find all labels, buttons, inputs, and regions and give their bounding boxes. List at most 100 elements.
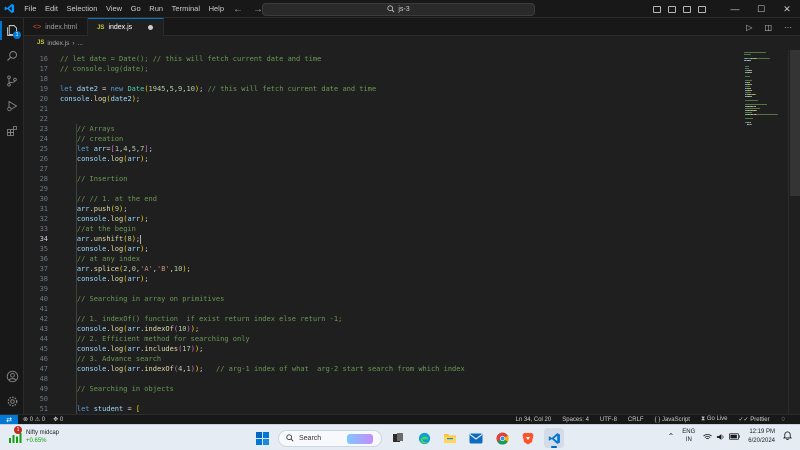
tab-index-html[interactable]: <> index.html xyxy=(24,18,89,36)
tab-index-js[interactable]: JS index.js xyxy=(88,18,165,36)
vscode-taskbar-button[interactable] xyxy=(544,428,564,448)
minimize-button[interactable]: — xyxy=(722,0,748,18)
code-line[interactable]: 38 console.log(arr); xyxy=(24,274,740,284)
breadcrumb-more[interactable]: ... xyxy=(78,40,83,47)
remote-indicator-icon[interactable]: ⇄ xyxy=(0,414,18,425)
scrollbar-thumb[interactable] xyxy=(790,50,800,196)
code-line[interactable]: 43 console.log(arr.indexOf(10)); xyxy=(24,324,740,334)
code-line[interactable]: 31 arr.push(9); xyxy=(24,204,740,214)
code-line[interactable]: 16 // let date = Date(); // this will fet… xyxy=(24,54,740,64)
code-line[interactable]: 33 //at the begin xyxy=(24,224,740,234)
editor-scrollbar[interactable] xyxy=(788,50,800,414)
close-button[interactable]: ✕ xyxy=(774,0,800,18)
end-of-line[interactable]: CRLF xyxy=(628,417,644,423)
code-line[interactable]: 37 arr.splice(2,0,'A','B',10); xyxy=(24,264,740,274)
code-line[interactable]: 35 console.log(arr); xyxy=(24,244,740,254)
edge-browser-button[interactable] xyxy=(414,428,434,448)
problems-indicator[interactable]: ⊗ 0 ⚠ 0 xyxy=(23,416,45,423)
code-line[interactable]: 27 xyxy=(24,164,740,174)
code-line[interactable]: 42 // 1. indexOf() function if exist ret… xyxy=(24,314,740,324)
code-line[interactable]: 17 // console.log(date); xyxy=(24,64,740,74)
code-line[interactable]: 34 arr.unshift(8); xyxy=(24,234,740,244)
notification-center-icon[interactable] xyxy=(783,431,792,442)
menu-item-run[interactable]: Run xyxy=(145,0,167,18)
code-line[interactable]: 51 let student = [ xyxy=(24,404,740,414)
code-line[interactable]: 41 xyxy=(24,304,740,314)
code-line[interactable]: 22 xyxy=(24,114,740,124)
brave-browser-button[interactable] xyxy=(518,428,538,448)
taskbar-search[interactable]: Search xyxy=(278,429,382,447)
file-explorer-button[interactable] xyxy=(440,428,460,448)
minimap[interactable] xyxy=(740,50,788,414)
explorer-button[interactable]: 1 xyxy=(0,18,24,43)
cursor-position[interactable]: Ln 34, Col 20 xyxy=(516,417,552,423)
toggle-panel-icon[interactable] xyxy=(668,5,676,13)
code-line[interactable]: 32 console.log(arr); xyxy=(24,214,740,224)
code-line[interactable]: 25 let arr=[1,4,5,7]; xyxy=(24,144,740,154)
code-line[interactable]: 50 xyxy=(24,394,740,404)
minimap-token xyxy=(745,86,751,87)
chrome-browser-button[interactable] xyxy=(492,428,512,448)
code-line[interactable]: 44 // 2. Efficient method for searching … xyxy=(24,334,740,344)
menu-item-view[interactable]: View xyxy=(102,0,127,18)
menu-item-go[interactable]: Go xyxy=(126,0,145,18)
code-line[interactable]: 39 xyxy=(24,284,740,294)
code-line[interactable]: 20 console.log(date2); xyxy=(24,94,740,104)
input-language[interactable]: ENG IN xyxy=(682,429,695,444)
code-line[interactable]: 26 console.log(arr); xyxy=(24,154,740,164)
code-line[interactable]: 40 // Searching in array on primitives xyxy=(24,294,740,304)
back-arrow-icon[interactable]: ← xyxy=(233,4,243,15)
indentation[interactable]: Spaces: 4 xyxy=(562,417,589,423)
manage-button[interactable] xyxy=(0,389,24,414)
menu-item-terminal[interactable]: Terminal xyxy=(167,0,204,18)
language-mode[interactable]: { } JavaScript xyxy=(655,417,690,423)
code-line[interactable]: 48 xyxy=(24,374,740,384)
command-center-search[interactable]: js-3 xyxy=(262,2,535,16)
code-line[interactable]: 28 // Insertion xyxy=(24,174,740,184)
mail-button[interactable] xyxy=(466,428,486,448)
extensions-button[interactable] xyxy=(0,118,24,143)
toggle-sidebar-icon[interactable] xyxy=(653,5,661,13)
prettier-button[interactable]: ✓✓ Prettier xyxy=(739,416,770,423)
start-button[interactable] xyxy=(252,428,272,448)
search-view-button[interactable] xyxy=(0,43,24,68)
ports-indicator[interactable]: ✥ 0 xyxy=(53,416,63,423)
go-live-button[interactable]: ⧗ Go Live xyxy=(701,416,728,423)
menu-item-help[interactable]: Help xyxy=(204,0,228,18)
encoding[interactable]: UTF-8 xyxy=(600,417,617,423)
code-line[interactable]: 24 // creation xyxy=(24,134,740,144)
split-editor-icon[interactable]: ◫ xyxy=(764,23,772,32)
code-line[interactable]: 29 xyxy=(24,184,740,194)
tray-overflow-icon[interactable]: ⌃ xyxy=(668,432,675,441)
line-number: 16 xyxy=(39,55,48,63)
quick-settings[interactable] xyxy=(703,433,741,441)
code-line[interactable]: 30 // // 1. at the end xyxy=(24,194,740,204)
code-editor[interactable]: 16 // let date = Date(); // this will fet… xyxy=(24,50,740,414)
code-line[interactable]: 23 // Arrays xyxy=(24,124,740,134)
source-control-button[interactable] xyxy=(0,68,24,93)
menu-item-file[interactable]: File xyxy=(20,0,41,18)
code-line[interactable]: 18 xyxy=(24,74,740,84)
run-file-icon[interactable]: ▷ xyxy=(746,23,752,32)
code-line[interactable]: 36 // at any index xyxy=(24,254,740,264)
code-line[interactable]: 21 xyxy=(24,104,740,114)
code-line[interactable]: 49 // Searching in objects xyxy=(24,384,740,394)
notifications-bell-icon[interactable]: ♢ xyxy=(781,416,786,423)
more-actions-icon[interactable]: ··· xyxy=(784,23,792,32)
customize-layout-icon[interactable] xyxy=(698,5,706,13)
menu-item-selection[interactable]: Selection xyxy=(62,0,101,18)
toggle-secondary-sidebar-icon[interactable] xyxy=(683,5,691,13)
accounts-button[interactable] xyxy=(0,364,24,389)
clock[interactable]: 12:19 PM 6/20/2024 xyxy=(748,428,775,445)
menu-item-edit[interactable]: Edit xyxy=(41,0,63,18)
task-view-button[interactable] xyxy=(388,428,408,448)
breadcrumb-file[interactable]: index.js xyxy=(47,40,69,47)
maximize-button[interactable]: ☐ xyxy=(748,0,774,18)
run-debug-button[interactable] xyxy=(0,93,24,118)
code-line[interactable]: 45 console.log(arr.includes(17)); xyxy=(24,344,740,354)
market-widget[interactable]: 1 Nifty midcap +0.65% xyxy=(8,426,59,445)
unsaved-dot-icon[interactable] xyxy=(148,25,154,30)
code-line[interactable]: 47 console.log(arr.indexOf(4,1)); // arg… xyxy=(24,364,740,374)
code-line[interactable]: 46 // 3. Advance search xyxy=(24,354,740,364)
code-line[interactable]: 19 let date2 = new Date(1945,5,9,10); // … xyxy=(24,84,740,94)
